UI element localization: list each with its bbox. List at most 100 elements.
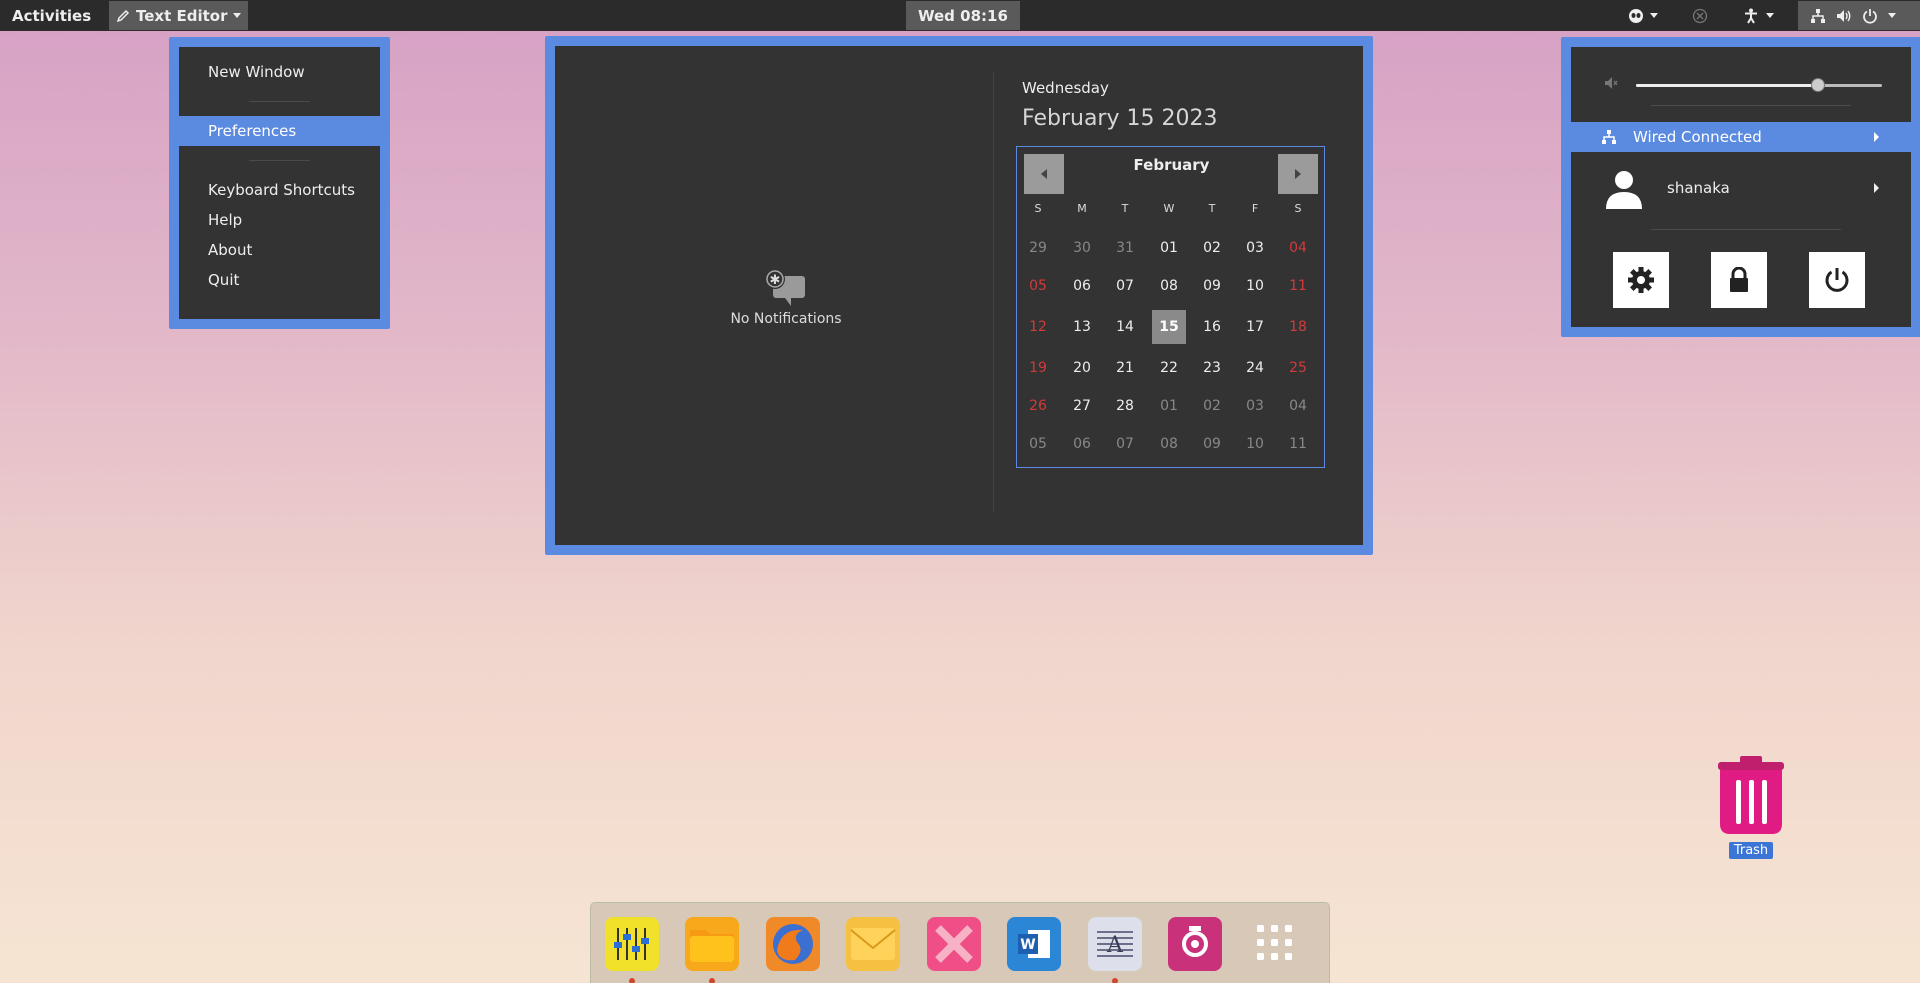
calendar-day[interactable]: 18: [1281, 310, 1315, 344]
gear-icon: [1628, 267, 1654, 293]
system-status-button[interactable]: [1798, 1, 1920, 30]
calendar-day[interactable]: 29: [1021, 231, 1055, 265]
calendar-weekday-header: S: [1034, 202, 1042, 215]
calendar-day[interactable]: 14: [1108, 310, 1142, 344]
calendar-day-name: Wednesday: [1022, 79, 1109, 97]
svg-text:W: W: [1020, 937, 1035, 953]
calendar-day[interactable]: 23: [1195, 351, 1229, 385]
settings-button[interactable]: [1613, 252, 1669, 308]
calendar-day[interactable]: 28: [1108, 389, 1142, 423]
close-circle-icon: [1692, 8, 1708, 24]
running-indicator: [1111, 978, 1118, 983]
mixer-app-launcher[interactable]: [605, 917, 685, 983]
calendar-day[interactable]: 02: [1195, 231, 1229, 265]
calendar-day[interactable]: 19: [1021, 351, 1055, 385]
calendar-day[interactable]: 05: [1021, 269, 1055, 303]
calendar-day[interactable]: 10: [1238, 427, 1272, 461]
dock: WA: [590, 902, 1330, 983]
calendar-day[interactable]: 03: [1238, 231, 1272, 265]
calendar-day[interactable]: 25: [1281, 351, 1315, 385]
firefox-app-launcher[interactable]: [765, 917, 846, 983]
no-notifications-label: No Notifications: [730, 311, 842, 327]
calendar-day[interactable]: 06: [1065, 269, 1099, 303]
calendar-day[interactable]: 09: [1195, 269, 1229, 303]
app-menu-button[interactable]: Text Editor: [109, 1, 249, 30]
top-bar: Activities Text Editor Wed 08:16: [0, 0, 1920, 31]
mail-app-launcher[interactable]: [846, 917, 926, 983]
calendar-day[interactable]: 13: [1065, 310, 1099, 344]
files-app-launcher[interactable]: [685, 917, 765, 983]
calendar-day[interactable]: 02: [1195, 389, 1229, 423]
calendar-day[interactable]: 21: [1108, 351, 1142, 385]
trash-label: Trash: [1728, 842, 1774, 859]
calendar-day[interactable]: 03: [1238, 389, 1272, 423]
menu-item-new-window[interactable]: New Window: [179, 57, 380, 87]
calendar-day[interactable]: 08: [1152, 427, 1186, 461]
app-grid-launcher[interactable]: [1249, 917, 1329, 983]
calendar-day[interactable]: 17: [1238, 310, 1272, 344]
pencil-icon: [116, 9, 130, 23]
date-menu-popup: ✱ No Notifications Wednesday February 15…: [545, 36, 1373, 555]
chevron-down-icon: [233, 13, 242, 18]
network-wired-icon: [1810, 8, 1826, 24]
text-editor-app-icon: A: [1087, 917, 1142, 971]
volume-slider[interactable]: [1636, 78, 1882, 92]
calendar-day[interactable]: 04: [1281, 389, 1315, 423]
clock-button[interactable]: Wed 08:16: [906, 1, 1020, 30]
calendar-day[interactable]: 07: [1108, 427, 1142, 461]
calendar-weekday-header: S: [1294, 202, 1302, 215]
calendar-day[interactable]: 10: [1238, 269, 1272, 303]
calendar-next-month-button[interactable]: [1278, 154, 1318, 194]
calendar-day[interactable]: 20: [1065, 351, 1099, 385]
network-wired-item[interactable]: Wired Connected: [1571, 122, 1911, 152]
lock-button[interactable]: [1711, 252, 1767, 308]
word-app-launcher[interactable]: W: [1007, 917, 1087, 983]
firefox-app-icon: [765, 917, 820, 971]
user-item[interactable]: shanaka: [1571, 163, 1911, 213]
calendar-day[interactable]: 22: [1152, 351, 1186, 385]
menu-item-quit[interactable]: Quit: [179, 265, 380, 295]
extension-indicator[interactable]: [1628, 0, 1658, 31]
calendar-day[interactable]: 04: [1281, 231, 1315, 265]
tools-app-launcher[interactable]: [926, 917, 1007, 983]
calendar-day[interactable]: 08: [1152, 269, 1186, 303]
chevron-left-icon: [1041, 169, 1047, 179]
calendar-day[interactable]: 24: [1238, 351, 1272, 385]
calendar-day[interactable]: 30: [1065, 231, 1099, 265]
calendar-day[interactable]: 11: [1281, 269, 1315, 303]
volume-icon: [1836, 8, 1852, 24]
calendar-day[interactable]: 07: [1108, 269, 1142, 303]
menu-item-keyboard-shortcuts[interactable]: Keyboard Shortcuts: [179, 175, 380, 205]
menu-item-preferences[interactable]: Preferences: [179, 116, 380, 146]
network-wired-icon: [1601, 129, 1617, 145]
screenshot-app-icon: [1168, 917, 1223, 971]
menu-item-about[interactable]: About: [179, 235, 380, 265]
calendar-day[interactable]: 01: [1152, 231, 1186, 265]
calendar-day-today[interactable]: 15: [1152, 310, 1186, 344]
screenshot-app-launcher[interactable]: [1168, 917, 1248, 983]
accessibility-indicator[interactable]: [1744, 0, 1774, 31]
activities-button[interactable]: Activities: [0, 0, 103, 31]
calendar-day[interactable]: 01: [1152, 389, 1186, 423]
calendar-day[interactable]: 09: [1195, 427, 1229, 461]
calendar-day[interactable]: 11: [1281, 427, 1315, 461]
trash-desktop-icon[interactable]: Trash: [1706, 754, 1796, 859]
text-editor-app-launcher[interactable]: A: [1087, 917, 1168, 983]
close-indicator[interactable]: [1692, 0, 1708, 31]
volume-slider-handle[interactable]: [1811, 78, 1826, 92]
calendar-day[interactable]: 12: [1021, 310, 1055, 344]
menu-item-help[interactable]: Help: [179, 205, 380, 235]
calendar-day[interactable]: 27: [1065, 389, 1099, 423]
calendar-weekday-header: W: [1163, 202, 1175, 215]
app-grid-icon: [1249, 917, 1303, 971]
calendar-day[interactable]: 05: [1021, 427, 1055, 461]
power-off-button[interactable]: [1809, 252, 1865, 308]
running-indicator: [709, 978, 716, 983]
calendar-prev-month-button[interactable]: [1024, 154, 1064, 194]
calendar-day[interactable]: 26: [1021, 389, 1055, 423]
calendar-day[interactable]: 16: [1195, 310, 1229, 344]
calendar-full-date[interactable]: February 15 2023: [1022, 106, 1217, 131]
calendar-day[interactable]: 31: [1108, 231, 1142, 265]
calendar-day[interactable]: 06: [1065, 427, 1099, 461]
network-wired-label: Wired Connected: [1633, 128, 1762, 146]
